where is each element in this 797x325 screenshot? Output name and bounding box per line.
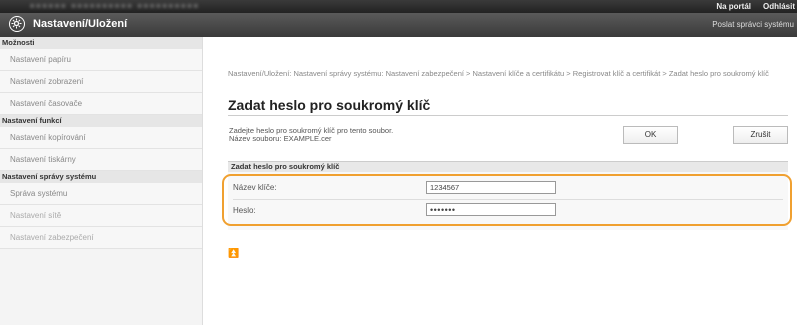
send-to-admin-link[interactable]: Poslat správci systému — [712, 20, 794, 29]
sidebar: Možnosti Nastavení papíru Nastavení zobr… — [0, 37, 203, 325]
sidebar-item-copy[interactable]: Nastavení kopírování — [0, 127, 202, 149]
portal-link[interactable]: Na portál — [716, 2, 751, 11]
sidebar-item-display[interactable]: Nastavení zobrazení — [0, 71, 202, 93]
breadcrumb: Nastavení/Uložení: Nastavení správy syst… — [228, 69, 769, 78]
sidebar-item-security[interactable]: Nastavení zabezpečení — [0, 227, 202, 249]
logout-link[interactable]: Odhlásit — [763, 2, 795, 11]
blurred-device-name: ■■■■■■ ■■■■■■■■■■ ■■■■■■■■■■ — [30, 3, 200, 10]
highlight-outline — [222, 174, 792, 226]
sidebar-item-network[interactable]: Nastavení sítě — [0, 205, 202, 227]
sidebar-heading-system: Nastavení správy systému — [0, 171, 202, 183]
page-title: Zadat heslo pro soukromý klíč — [228, 97, 431, 113]
file-name-text: Název souboru: EXAMPLE.cer — [229, 134, 332, 143]
section-header: Zadat heslo pro soukromý klíč — [228, 161, 788, 172]
back-to-top-icon[interactable]: ⏫ — [228, 248, 239, 259]
sidebar-heading-options: Možnosti — [0, 37, 202, 49]
sidebar-item-printer[interactable]: Nastavení tiskárny — [0, 149, 202, 171]
title-bar: Nastavení/Uložení Poslat správci systému — [0, 13, 797, 37]
sidebar-item-system-management[interactable]: Správa systému — [0, 183, 202, 205]
app-title: Nastavení/Uložení — [33, 18, 128, 30]
settings-gear-icon — [9, 16, 25, 32]
sidebar-item-paper[interactable]: Nastavení papíru — [0, 49, 202, 71]
ok-button[interactable]: OK — [623, 126, 678, 144]
top-bar: ■■■■■■ ■■■■■■■■■■ ■■■■■■■■■■ Na portál O… — [0, 0, 797, 13]
sidebar-heading-functions: Nastavení funkcí — [0, 115, 202, 127]
title-divider — [228, 115, 788, 116]
sidebar-item-timer[interactable]: Nastavení časovače — [0, 93, 202, 115]
description: Zadejte heslo pro soukromý klíč pro tent… — [229, 127, 393, 143]
cancel-button[interactable]: Zrušit — [733, 126, 788, 144]
